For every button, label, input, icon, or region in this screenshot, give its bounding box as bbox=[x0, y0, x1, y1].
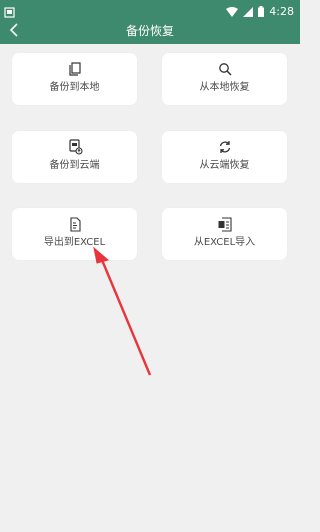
backup-to-cloud-button[interactable]: 备份到云端 bbox=[12, 131, 137, 183]
card-label: 备份到云端 bbox=[49, 160, 100, 171]
restore-from-local-button[interactable]: 从本地恢复 bbox=[162, 53, 287, 105]
card-label: 备份到本地 bbox=[49, 82, 100, 93]
search-icon bbox=[217, 61, 233, 77]
copy-icon bbox=[67, 61, 83, 77]
cloud-upload-icon bbox=[67, 139, 83, 155]
card-label: 导出到EXCEL bbox=[43, 237, 106, 248]
backup-options-grid: 备份到本地 从本地恢复 备份到云端 从云端恢复 导出到EXCEL 从EXCEL导… bbox=[0, 0, 300, 532]
card-label: 从本地恢复 bbox=[199, 82, 250, 93]
export-file-icon bbox=[67, 216, 83, 232]
refresh-icon bbox=[217, 139, 233, 155]
backup-to-local-button[interactable]: 备份到本地 bbox=[12, 53, 137, 105]
card-label: 从EXCEL导入 bbox=[193, 237, 256, 248]
export-to-excel-button[interactable]: 导出到EXCEL bbox=[12, 208, 137, 260]
import-from-excel-button[interactable]: 从EXCEL导入 bbox=[162, 208, 287, 260]
restore-from-cloud-button[interactable]: 从云端恢复 bbox=[162, 131, 287, 183]
card-label: 从云端恢复 bbox=[199, 160, 250, 171]
import-file-icon bbox=[217, 216, 233, 232]
